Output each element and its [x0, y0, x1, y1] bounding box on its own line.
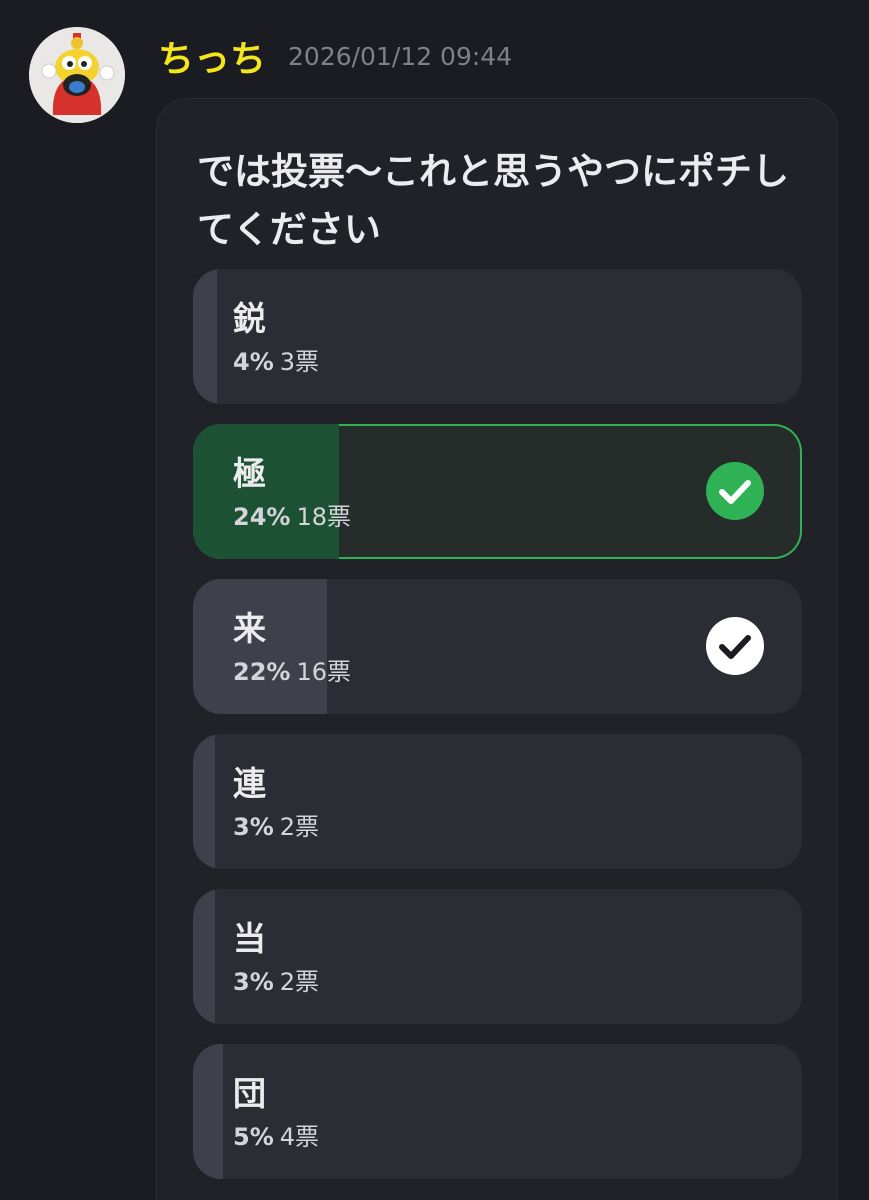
vote-percent: 24% [233, 503, 291, 531]
poll-option-stats: 22% 16票 [233, 657, 351, 687]
poll-option-label: 連 [233, 764, 266, 803]
vote-count: 3票 [279, 348, 320, 376]
vote-count: 16票 [296, 658, 351, 686]
check-circle-white-icon [706, 617, 764, 675]
vote-percent: 5% [233, 1123, 274, 1151]
vote-bar [193, 734, 215, 869]
vote-count: 18票 [296, 503, 351, 531]
vote-bar [193, 269, 218, 404]
vote-percent: 3% [233, 968, 274, 996]
poll-option-stats: 24% 18票 [233, 502, 351, 532]
user-avatar[interactable] [29, 27, 125, 123]
poll-option[interactable]: 極 24% 18票 [193, 424, 802, 559]
username[interactable]: ちっち [158, 30, 266, 82]
timestamp: 2026/01/12 09:44 [288, 41, 513, 71]
poll-option-label: 極 [233, 454, 266, 493]
poll-message: ちっち 2026/01/12 09:44 では投票〜これと思うやつにポチしてくだ… [0, 0, 869, 1200]
poll-option[interactable]: 鋭 4% 3票 [193, 269, 802, 404]
vote-count: 2票 [279, 968, 320, 996]
vote-bar [193, 424, 340, 559]
check-circle-green-icon [706, 462, 764, 520]
poll-option[interactable]: 団 5% 4票 [193, 1044, 802, 1179]
message-header: ちっち 2026/01/12 09:44 [158, 28, 512, 84]
poll-option-stats: 4% 3票 [233, 347, 319, 377]
poll-option-stats: 5% 4票 [233, 1122, 319, 1152]
poll-option-label: 来 [233, 609, 266, 648]
poll-option-label: 団 [233, 1074, 266, 1113]
poll-option[interactable]: 当 3% 2票 [193, 889, 802, 1024]
vote-bar [193, 1044, 224, 1179]
poll-option[interactable]: 連 3% 2票 [193, 734, 802, 869]
vote-count: 4票 [279, 1123, 320, 1151]
poll-option[interactable]: 来 22% 16票 [193, 579, 802, 714]
poll-option-stats: 3% 2票 [233, 967, 319, 997]
vote-percent: 4% [233, 348, 274, 376]
vote-count: 2票 [279, 813, 320, 841]
poll-options: 鋭 4% 3票 極 24% 18票 来 22% 16票 連 3% 2票 当 3%… [193, 269, 802, 1199]
vote-percent: 22% [233, 658, 291, 686]
vote-percent: 3% [233, 813, 274, 841]
poll-card: では投票〜これと思うやつにポチしてください 鋭 4%3票 極 24%18票 [156, 98, 838, 1200]
vote-bar [193, 889, 215, 1024]
poll-option-label: 当 [233, 919, 266, 958]
mascot-avatar-icon [29, 27, 125, 123]
poll-option-stats: 3% 2票 [233, 812, 319, 842]
poll-question: では投票〜これと思うやつにポチしてください [197, 150, 789, 251]
poll-option-label: 鋭 [233, 299, 266, 338]
